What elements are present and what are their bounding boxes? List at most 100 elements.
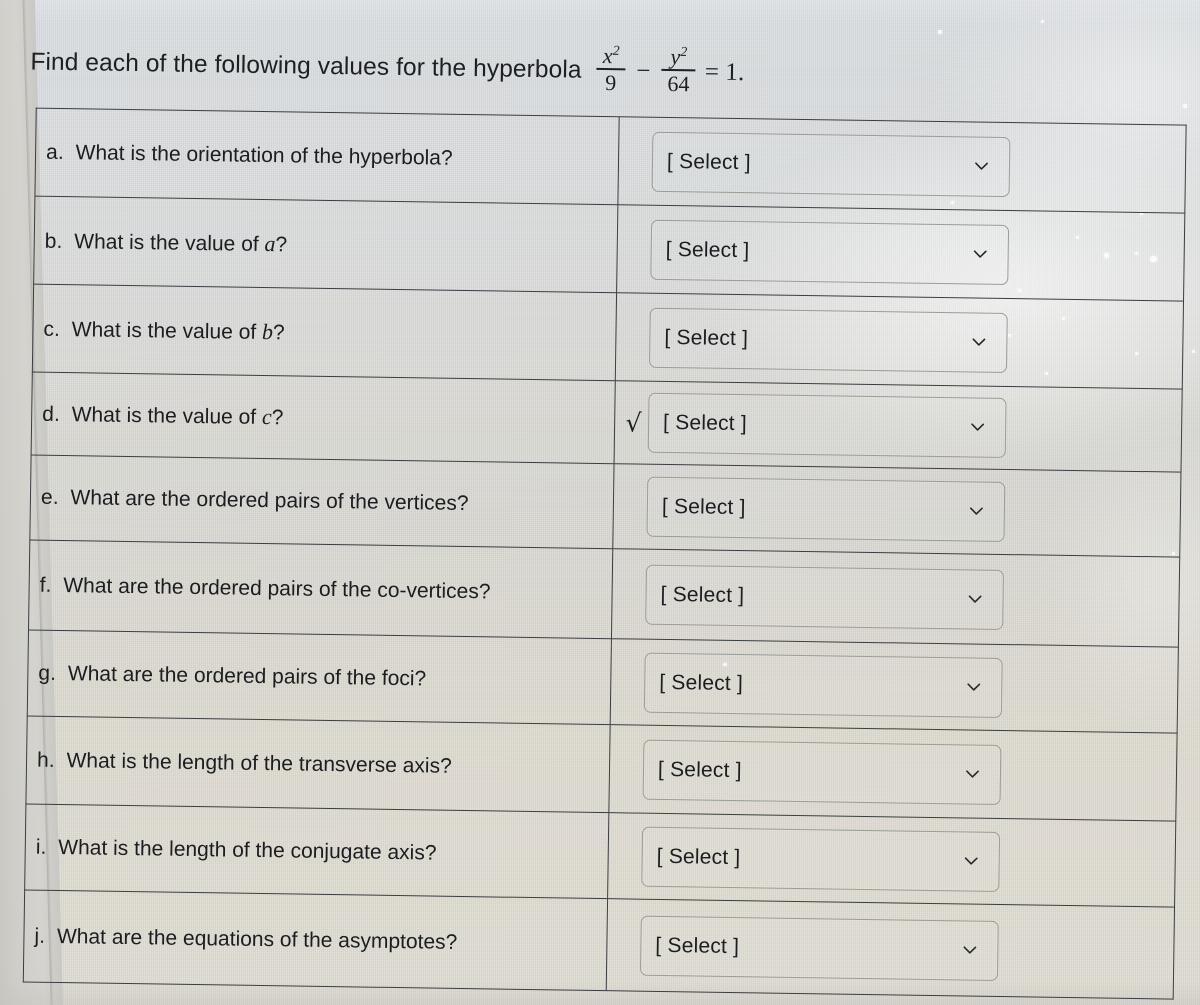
answer-cell: [ Select ] [611, 548, 1180, 648]
answer-wrapper: [ Select ] [618, 817, 1175, 903]
question-letter: c. [43, 317, 61, 341]
fraction-y-squared-over-64: y2 64 [661, 43, 696, 97]
select-dropdown-a[interactable]: [ Select ] [651, 131, 1011, 197]
question-cell: j. What are the equations of the asympto… [23, 890, 608, 991]
question-text: What is the orientation of the hyperbola… [75, 140, 453, 170]
question-text-tail: ? [272, 320, 285, 344]
select-value: [ Select ] [664, 325, 749, 350]
question-letter: a. [45, 140, 65, 164]
table-row: b. What is the value of a? [ Select ] [33, 196, 1185, 302]
select-dropdown-g[interactable]: [ Select ] [643, 652, 1003, 718]
question-text: What are the equations of the asymptotes… [56, 924, 458, 954]
answer-cell: [ Select ] [615, 292, 1184, 390]
question-cell: h. What is the length of the transverse … [25, 716, 611, 813]
question-letter: b. [44, 229, 63, 253]
question-cell: c. What is the value of b? [32, 284, 617, 381]
denominator-64: 64 [667, 70, 690, 97]
question-text: What is the length of the conjugate axis… [58, 835, 437, 865]
table-row: h. What is the length of the transverse … [25, 716, 1178, 822]
question-cell: d. What is the value of c? [31, 372, 616, 464]
answer-cell: √ [ Select ] [614, 380, 1183, 473]
answer-cell: [ Select ] [617, 116, 1187, 214]
chevron-down-icon[interactable] [964, 853, 979, 868]
select-value: [ Select ] [659, 670, 744, 695]
select-dropdown-i[interactable]: [ Select ] [641, 826, 1001, 892]
denominator-9: 9 [605, 70, 617, 96]
equation-right-side: = 1. [704, 58, 745, 86]
question-text: What is the value of [74, 229, 265, 256]
select-value: [ Select ] [656, 844, 741, 869]
answer-wrapper: [ Select ] [617, 906, 1174, 992]
question-letter: j. [34, 924, 46, 948]
question-variable: c [261, 404, 272, 430]
chevron-down-icon[interactable] [967, 591, 982, 606]
select-value: [ Select ] [661, 494, 746, 520]
question-text-tail: ? [271, 406, 284, 430]
numerator-x-squared: x2 [602, 42, 620, 69]
answer-wrapper: [ Select ] [628, 122, 1185, 208]
fraction-x-squared-over-9: x2 9 [596, 42, 626, 96]
chevron-down-icon[interactable] [970, 419, 985, 434]
question-letter: f. [39, 573, 52, 597]
prompt-text: Find each of the following values for th… [30, 48, 582, 84]
question-cell: f. What are the ordered pairs of the co-… [28, 540, 613, 639]
answer-cell: [ Select ] [607, 812, 1176, 908]
question-text: What is the value of [71, 317, 263, 344]
chevron-down-icon[interactable] [971, 334, 986, 349]
hyperbola-equation: x2 9 − y2 64 = 1. [591, 42, 745, 98]
chevron-down-icon[interactable] [974, 158, 989, 173]
select-value: [ Select ] [655, 933, 740, 958]
select-value: [ Select ] [666, 149, 751, 174]
question-prompt: Find each of the following values for th… [30, 38, 745, 98]
question-cell: b. What is the value of a? [33, 196, 618, 293]
questions-table: a. What is the orientation of the hyperb… [22, 107, 1187, 1000]
answer-cell: [ Select ] [612, 463, 1181, 558]
answer-cell: [ Select ] [606, 898, 1175, 1000]
select-value: [ Select ] [657, 757, 742, 782]
numerator-y-squared: y2 [670, 43, 688, 70]
select-dropdown-e[interactable]: [ Select ] [646, 476, 1006, 543]
table-row: a. What is the orientation of the hyperb… [34, 108, 1187, 214]
select-value: [ Select ] [665, 237, 750, 262]
question-cell: i. What is the length of the conjugate a… [24, 804, 609, 899]
answer-cell: [ Select ] [616, 204, 1185, 302]
screenshot-root: Find each of the following values for th… [0, 0, 1200, 1005]
question-letter: e. [40, 485, 59, 510]
table-row: f. What are the ordered pairs of the co-… [28, 540, 1180, 648]
table-row: c. What is the value of b? [ Select ] [32, 284, 1184, 390]
question-text: What are the ordered pairs of the foci? [67, 661, 427, 691]
question-variable: b [261, 318, 274, 344]
select-dropdown-h[interactable]: [ Select ] [642, 739, 1002, 805]
answer-wrapper: [ Select ] [622, 555, 1179, 641]
minus-operator: − [636, 57, 651, 85]
chevron-down-icon[interactable] [966, 679, 981, 694]
question-text: What is the value of [71, 403, 263, 430]
chevron-down-icon[interactable] [969, 503, 984, 518]
question-cell: a. What is the orientation of the hyperb… [34, 108, 620, 205]
question-text: What are the ordered pairs of the co-ver… [63, 573, 491, 603]
answer-wrapper: [ Select ] [621, 643, 1178, 729]
question-variable: a [264, 230, 276, 256]
answer-wrapper: √ [ Select ] [625, 383, 1182, 469]
table-row: j. What are the equations of the asympto… [23, 890, 1175, 1000]
chevron-down-icon[interactable] [965, 766, 980, 781]
question-letter: g. [38, 661, 57, 685]
select-dropdown-b[interactable]: [ Select ] [650, 219, 1010, 285]
chevron-down-icon[interactable] [962, 942, 977, 957]
answer-cell: [ Select ] [608, 724, 1178, 822]
select-value: [ Select ] [660, 582, 745, 607]
select-dropdown-j[interactable]: [ Select ] [639, 915, 999, 981]
question-text: What is the length of the transverse axi… [66, 748, 452, 778]
chevron-down-icon[interactable] [973, 246, 988, 261]
question-text-tail: ? [275, 232, 288, 256]
answer-wrapper: [ Select ] [619, 730, 1176, 816]
select-value: [ Select ] [662, 410, 748, 436]
select-dropdown-d[interactable]: [ Select ] [647, 392, 1007, 459]
answer-wrapper: [ Select ] [623, 467, 1180, 553]
page-content: Find each of the following values for th… [0, 0, 1200, 1005]
question-letter: i. [35, 835, 47, 859]
answer-wrapper: [ Select ] [627, 210, 1184, 296]
check-icon: √ [625, 407, 642, 438]
select-dropdown-f[interactable]: [ Select ] [645, 564, 1005, 630]
select-dropdown-c[interactable]: [ Select ] [648, 307, 1008, 373]
